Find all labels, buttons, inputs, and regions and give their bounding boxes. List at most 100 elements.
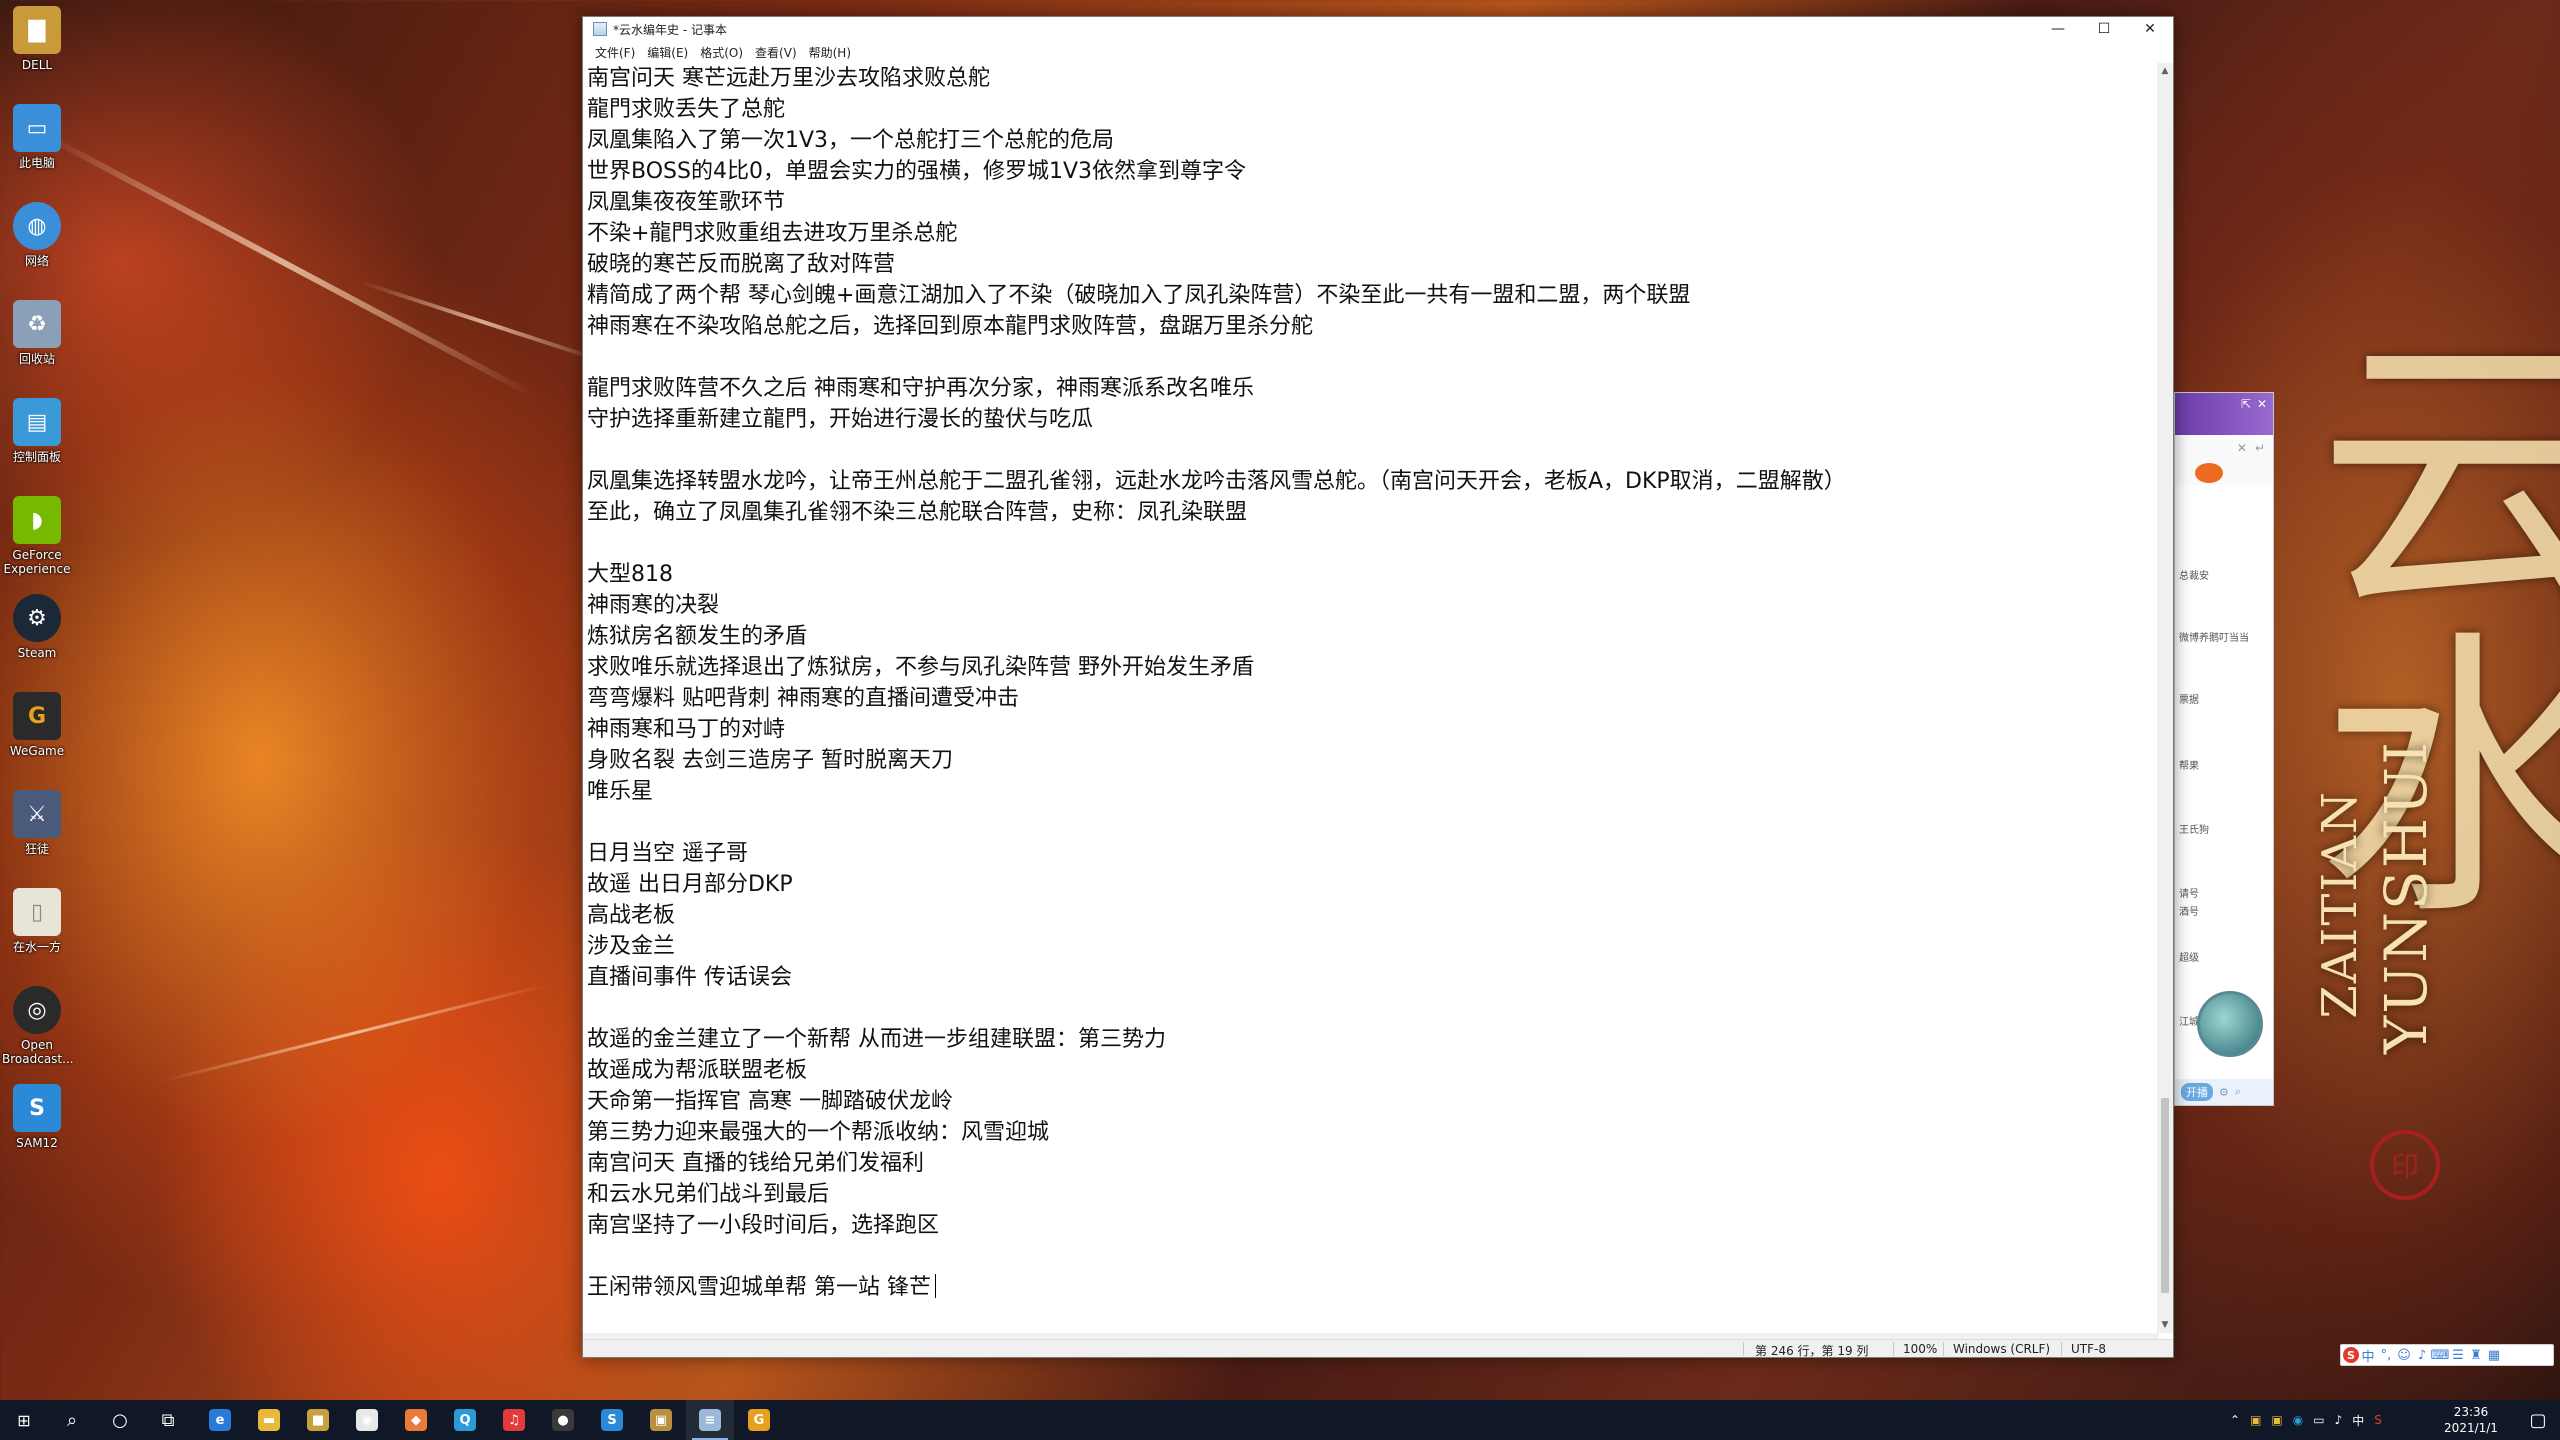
ime-punctuation[interactable]: °,: [2377, 1346, 2395, 1364]
widget-header: ⇱ ✕: [2175, 393, 2273, 435]
widget-list-item[interactable]: 江城: [2175, 1013, 2199, 1028]
sogou-tray-icon[interactable]: S: [2374, 1413, 2382, 1427]
desktop-icon-document[interactable]: ▯ 在水一方: [2, 882, 72, 974]
text-caret: [935, 1274, 936, 1298]
search-icon[interactable]: ⌕: [2235, 1085, 2241, 1099]
menu-file[interactable]: 文件(F): [589, 44, 641, 61]
ime-indicator[interactable]: 中: [2352, 1412, 2364, 1429]
desktop-icon-wegame[interactable]: G WeGame: [2, 686, 72, 778]
close-icon[interactable]: ✕: [2237, 441, 2247, 455]
volume-icon[interactable]: ♪: [2335, 1413, 2343, 1427]
widget-list-item[interactable]: 微博养鹅叮当当: [2175, 629, 2249, 644]
live-button[interactable]: 开播: [2181, 1083, 2213, 1101]
widget-list-item[interactable]: 票据: [2175, 691, 2199, 706]
taskbar-app-obs[interactable]: ●: [539, 1400, 587, 1440]
steam-icon: ⚙: [13, 594, 61, 642]
desktop-icon-control-panel[interactable]: ▤ 控制面板: [2, 392, 72, 484]
taskbar-app-edge[interactable]: e: [196, 1400, 244, 1440]
menu-format[interactable]: 格式(O): [694, 44, 749, 61]
taskbar-app-netease-music[interactable]: ♫: [490, 1400, 538, 1440]
taskbar-app-qq-browser[interactable]: Q: [441, 1400, 489, 1440]
shirt-icon[interactable]: ♜: [2467, 1346, 2485, 1364]
taskbar-app-game-folder[interactable]: ▣: [637, 1400, 685, 1440]
taskbar-app-file-explorer[interactable]: ▬: [245, 1400, 293, 1440]
tray-app-icon[interactable]: ▣: [2250, 1413, 2261, 1427]
obs-icon: ◎: [13, 986, 61, 1034]
text-line: 故遥成为帮派联盟老板: [587, 1058, 808, 1083]
ime-language[interactable]: 中: [2359, 1346, 2377, 1365]
keyboard-icon[interactable]: ⌨: [2431, 1346, 2450, 1364]
text-line: 世界BOSS的4比0，单盟会实力的强横，修罗城1V3依然拿到尊字令: [587, 159, 1246, 184]
text-line: [587, 342, 2161, 373]
game-folder-icon: ▣: [650, 1409, 672, 1431]
taskbar: ⊞ ⌕ ○ ⧉ e ▬ ■ ◉ ◆ Q ♫ ● S ▣ ≡ G ⌃ ▣ ▣ ◉ ▭ ♪ 中 S 23:…: [0, 1400, 2560, 1440]
scroll-thumb[interactable]: [2161, 1098, 2169, 1293]
desktop-icon-obs[interactable]: ◎ Open Broadcast...: [2, 980, 74, 1072]
close-button[interactable]: ✕: [2127, 17, 2173, 41]
obs-icon: ●: [552, 1409, 574, 1431]
chevron-up-icon[interactable]: ⌃: [2230, 1413, 2240, 1427]
text-line: 破晓的寒芒反而脱离了敌对阵营: [587, 252, 896, 277]
floating-chat-widget[interactable]: ⇱ ✕ ✕ ↵ 总裁安 微博养鹅叮当当 票据 帮果 王氏狗 请号 酒号 超级 江…: [2174, 392, 2274, 1106]
scroll-down-icon[interactable]: ▼: [2157, 1317, 2173, 1333]
desktop-icon-game-shortcut[interactable]: ⚔ 狂徒: [2, 784, 72, 876]
minimize-button[interactable]: —: [2035, 17, 2081, 41]
desktop-icon-steam[interactable]: ⚙ Steam: [2, 588, 72, 680]
notepad-window[interactable]: *云水编年史 - 记事本 — ☐ ✕ 文件(F) 编辑(E) 格式(O) 查看(…: [582, 16, 2174, 1358]
menu-view[interactable]: 查看(V): [749, 44, 803, 61]
network-icon[interactable]: ▭: [2313, 1413, 2324, 1427]
taskbar-app-notepad[interactable]: ≡: [686, 1400, 734, 1440]
tray-app-icon[interactable]: ◉: [2293, 1413, 2303, 1427]
tray-app-icon[interactable]: ▣: [2271, 1413, 2282, 1427]
settings-icon[interactable]: ⚙: [2219, 1086, 2229, 1099]
text-line: 故遥的金兰建立了一个新帮 从而进一步组建联盟：第三势力: [587, 1027, 1166, 1052]
scroll-up-icon[interactable]: ▲: [2157, 63, 2173, 79]
toolbox-icon[interactable]: ▦: [2485, 1346, 2503, 1364]
clock-date: 2021/1/1: [2444, 1421, 2498, 1435]
title-bar[interactable]: *云水编年史 - 记事本 — ☐ ✕: [583, 17, 2173, 41]
ime-toolbar[interactable]: S 中 °, ☺ ♪ ⌨ ☰ ♜ ▦: [2340, 1344, 2554, 1366]
widget-round-avatar[interactable]: [2197, 991, 2263, 1057]
desktop-icon-geforce[interactable]: ◗ GeForce Experience: [2, 490, 72, 582]
taskbar-app-app-4[interactable]: ◉: [343, 1400, 391, 1440]
widget-list-item[interactable]: 总裁安: [2175, 567, 2209, 582]
start-button[interactable]: ⊞: [0, 1400, 48, 1440]
close-icon[interactable]: ✕: [2257, 397, 2267, 411]
widget-list-item[interactable]: 请号: [2175, 885, 2199, 900]
sogou-icon[interactable]: S: [2343, 1347, 2359, 1363]
microphone-icon[interactable]: ♪: [2413, 1346, 2431, 1364]
cortana-button[interactable]: ○: [96, 1400, 144, 1440]
text-line: 炼狱房名额发生的矛盾: [587, 624, 808, 649]
text-line: 龍門求败丢失了总舵: [587, 97, 786, 122]
system-tray: ⌃ ▣ ▣ ◉ ▭ ♪ 中 S: [2230, 1400, 2382, 1440]
maximize-button[interactable]: ☐: [2081, 17, 2127, 41]
widget-list-item[interactable]: 酒号: [2175, 903, 2199, 918]
desktop-icon-this-pc[interactable]: ▭ 此电脑: [2, 98, 72, 190]
desktop-icon-recycle-bin[interactable]: ♻ 回收站: [2, 294, 72, 386]
pin-icon[interactable]: ⇱: [2241, 397, 2251, 411]
taskbar-app-app-3[interactable]: ■: [294, 1400, 342, 1440]
desktop-icon-dell[interactable]: ▇ DELL: [2, 0, 72, 92]
taskbar-app-wegame[interactable]: G: [735, 1400, 783, 1440]
text-editor[interactable]: 南宫问天 寒芒远赴万里沙去攻陷求败总舵 龍門求败丢失了总舵 凤凰集陷入了第一次1V3…: [585, 63, 2161, 1333]
desktop-icon-network[interactable]: ◍ 网络: [2, 196, 72, 288]
widget-list-item[interactable]: 超级: [2175, 949, 2199, 964]
taskbar-app-sam[interactable]: S: [588, 1400, 636, 1440]
emoji-icon[interactable]: ☺: [2395, 1346, 2413, 1364]
enter-icon[interactable]: ↵: [2255, 441, 2265, 455]
text-line: [587, 1241, 2161, 1272]
skin-icon[interactable]: ☰: [2449, 1346, 2467, 1364]
widget-list-item[interactable]: 帮果: [2175, 757, 2199, 772]
menu-edit[interactable]: 编辑(E): [641, 44, 694, 61]
desktop-icon-sam12[interactable]: S SAM12: [2, 1078, 72, 1170]
text-line: 南宫问天 寒芒远赴万里沙去攻陷求败总舵: [587, 66, 990, 91]
search-button[interactable]: ⌕: [48, 1400, 96, 1440]
notification-icon: ▢: [2529, 1409, 2547, 1431]
task-view-button[interactable]: ⧉: [144, 1400, 192, 1440]
taskbar-app-app-5[interactable]: ◆: [392, 1400, 440, 1440]
clock[interactable]: 23:36 2021/1/1: [2430, 1404, 2512, 1436]
menu-help[interactable]: 帮助(H): [803, 44, 857, 61]
vertical-scrollbar[interactable]: ▲ ▼: [2157, 63, 2173, 1333]
widget-list-item[interactable]: 王氏狗: [2175, 821, 2209, 836]
notification-button[interactable]: ▢: [2514, 1400, 2560, 1440]
